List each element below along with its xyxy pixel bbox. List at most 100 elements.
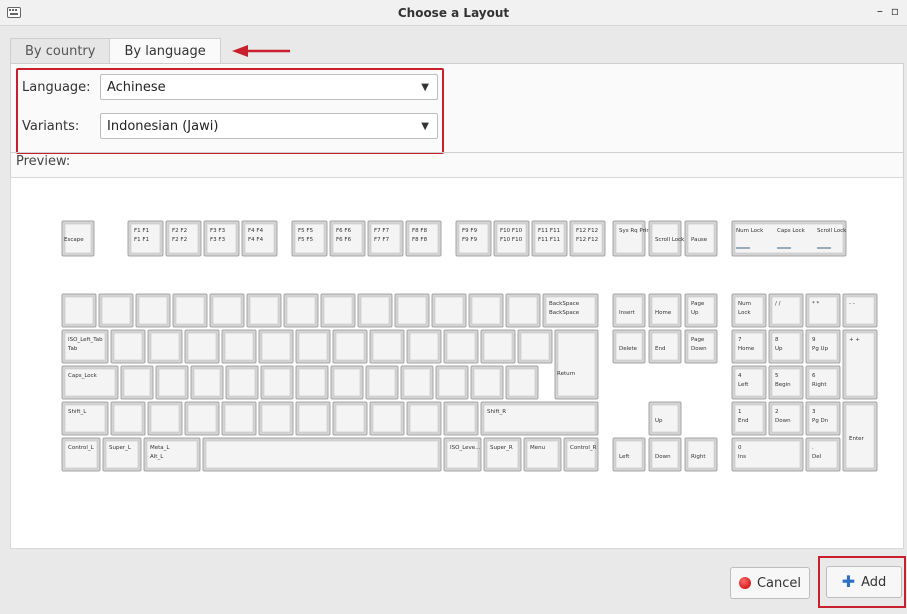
- key-f12: F12 F12 F12 F12: [569, 220, 606, 257]
- key-letter: [295, 329, 331, 364]
- key-letter: [120, 365, 154, 400]
- key-label: 7: [738, 337, 742, 343]
- key-return-block: [554, 329, 599, 400]
- key-label: Scroll Lock: [655, 237, 685, 243]
- key-label: ISO_Left_Tab: [68, 337, 103, 343]
- key-letter: [147, 329, 183, 364]
- preview-label: Preview:: [16, 154, 71, 169]
- key-end: End: [648, 329, 682, 364]
- key-label: Page: [691, 301, 705, 307]
- key-digit: [283, 293, 319, 328]
- key-letter: [190, 365, 224, 400]
- key-alt-left: Meta_L Alt_L: [143, 437, 201, 472]
- key-label: F1 F1: [134, 228, 149, 234]
- key-f4: F4 F4 F4 F4: [241, 220, 278, 257]
- key-super-left: Super_L: [102, 437, 142, 472]
- key-letter: [330, 365, 364, 400]
- key-home: Home: [648, 293, 682, 328]
- key-letter: [400, 365, 434, 400]
- key-page-down: Page Down: [684, 329, 718, 364]
- key-label: Up: [691, 310, 699, 316]
- key-label: Ins: [738, 454, 746, 460]
- key-letter: [369, 401, 405, 436]
- key-digit: [357, 293, 393, 328]
- key-label: Right: [812, 382, 827, 388]
- key-label: Enter: [849, 436, 865, 442]
- key-label: Caps_Lock: [68, 373, 98, 379]
- key-label: .: [812, 445, 814, 451]
- key-label: F2 F2: [172, 237, 187, 243]
- key-tab: ISO_Left_Tab Tab: [61, 329, 109, 364]
- key-f11: F11 F11 F11 F11: [531, 220, 568, 257]
- key-kp-decimal: . Del: [805, 437, 841, 472]
- key-f7: F7 F7 F7 F7: [367, 220, 404, 257]
- key-label: Pg Dn: [812, 418, 829, 424]
- minimize-button[interactable]: –: [877, 4, 883, 18]
- keyboard-app-icon: [7, 7, 21, 18]
- key-label: 6: [812, 373, 816, 379]
- maximize-button[interactable]: ▫: [891, 4, 899, 18]
- key-left: Left: [612, 437, 646, 472]
- key-label: ISO_Leve...: [450, 445, 481, 451]
- key-label: F12 F12: [576, 228, 598, 234]
- key-label: Lock: [738, 310, 751, 316]
- key-label: Del: [812, 454, 822, 460]
- key-right: Right: [684, 437, 718, 472]
- key-label: F4 F4: [248, 237, 264, 243]
- lock-indicators-panel: [731, 220, 847, 257]
- key-label: 1: [738, 409, 742, 415]
- key-label: 2: [775, 409, 779, 415]
- key-label: Pg Up: [812, 346, 829, 352]
- key-down: Down: [648, 437, 682, 472]
- cancel-button[interactable]: Cancel: [730, 567, 810, 599]
- key-letter: [443, 401, 479, 436]
- key-label: Down: [691, 346, 707, 352]
- key-digit: [61, 293, 97, 328]
- key-f5: F5 F5 F5 F5: [291, 220, 328, 257]
- key-digit: [246, 293, 282, 328]
- key-label: Up: [655, 418, 663, 424]
- key-kp-5: 5 Begin: [768, 365, 804, 400]
- key-letter: [332, 329, 368, 364]
- key-digit: [98, 293, 134, 328]
- key-f3: F3 F3 F3 F3: [203, 220, 240, 257]
- key-letter: [517, 329, 553, 364]
- key-kp-4: 4 Left: [731, 365, 767, 400]
- key-label: - -: [849, 301, 855, 307]
- tab-by-language[interactable]: By language: [109, 38, 221, 64]
- key-label: Down: [775, 418, 791, 424]
- key-kp-2: 2 Down: [768, 401, 804, 436]
- key-kp-0: 0 Ins: [731, 437, 804, 472]
- key-label: Right: [691, 454, 706, 460]
- key-pause: Pause: [684, 220, 718, 257]
- key-label: F4 F4: [248, 228, 264, 234]
- key-letter: [155, 365, 189, 400]
- key-label: Delete: [619, 346, 638, 352]
- key-kp-subtract: - -: [842, 293, 878, 328]
- key-letter: [225, 365, 259, 400]
- key-shift-right: Shift_R: [480, 401, 599, 436]
- key-label: Alt_L: [150, 454, 164, 460]
- tab-by-country[interactable]: By country: [10, 38, 111, 64]
- key-letter: [184, 329, 220, 364]
- key-letter: [295, 365, 329, 400]
- key-letter: [147, 401, 183, 436]
- key-iso-level3: ISO_Leve...: [443, 437, 482, 472]
- key-label: + +: [849, 337, 860, 343]
- key-letter: [505, 365, 539, 400]
- key-digit: [209, 293, 245, 328]
- key-label: F12 F12: [576, 237, 598, 243]
- key-kp-1: 1 End: [731, 401, 767, 436]
- key-letter: [435, 365, 469, 400]
- key-label: F11 F11: [538, 228, 560, 234]
- title-bar: Choose a Layout – ▫: [0, 0, 907, 26]
- key-super-right: Super_R: [483, 437, 522, 472]
- key-label: 3: [812, 409, 816, 415]
- key-kp-6: 6 Right: [805, 365, 841, 400]
- key-label: 5: [775, 373, 779, 379]
- key-f10: F10 F10 F10 F10: [493, 220, 530, 257]
- key-kp-3: 3 Pg Dn: [805, 401, 841, 436]
- key-letter: [221, 401, 257, 436]
- key-label: Pause: [691, 237, 708, 243]
- key-letter: [184, 401, 220, 436]
